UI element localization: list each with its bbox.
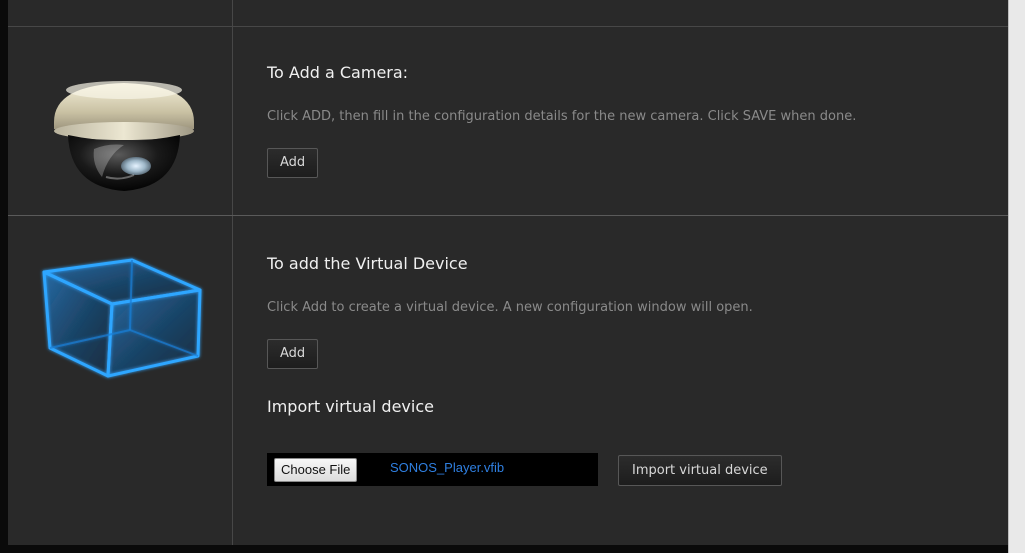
add-virtual-device-button[interactable]: Add — [267, 339, 319, 369]
virtual-device-icon-cell — [8, 216, 232, 545]
virtual-device-section: To add the Virtual Device Click Add to c… — [8, 216, 1008, 545]
import-virtual-device-button[interactable]: Import virtual device — [618, 455, 782, 486]
bottom-edge — [0, 545, 1008, 553]
column-divider — [232, 27, 233, 215]
device-panel: To Add a Camera: Click ADD, then fill in… — [8, 0, 1008, 545]
camera-section: To Add a Camera: Click ADD, then fill in… — [8, 27, 1008, 216]
file-input: Choose File SONOS_Player.vfib — [267, 453, 598, 486]
scrollbar-gutter[interactable] — [1008, 0, 1025, 553]
top-row — [8, 0, 1008, 27]
add-camera-button[interactable]: Add — [267, 148, 319, 178]
virtual-device-section-description: Click Add to create a virtual device. A … — [267, 300, 753, 315]
column-divider — [232, 216, 233, 545]
wireframe-cube-icon — [42, 258, 202, 378]
column-divider — [232, 0, 233, 26]
camera-section-description: Click ADD, then fill in the configuratio… — [267, 109, 857, 124]
camera-icon-cell — [8, 27, 232, 215]
import-virtual-device-title: Import virtual device — [267, 397, 434, 416]
dome-camera-icon — [54, 81, 194, 191]
virtual-device-section-title: To add the Virtual Device — [267, 254, 468, 273]
selected-file-name: SONOS_Player.vfib — [390, 460, 505, 475]
choose-file-button[interactable]: Choose File — [274, 458, 358, 482]
camera-section-title: To Add a Camera: — [267, 63, 409, 82]
